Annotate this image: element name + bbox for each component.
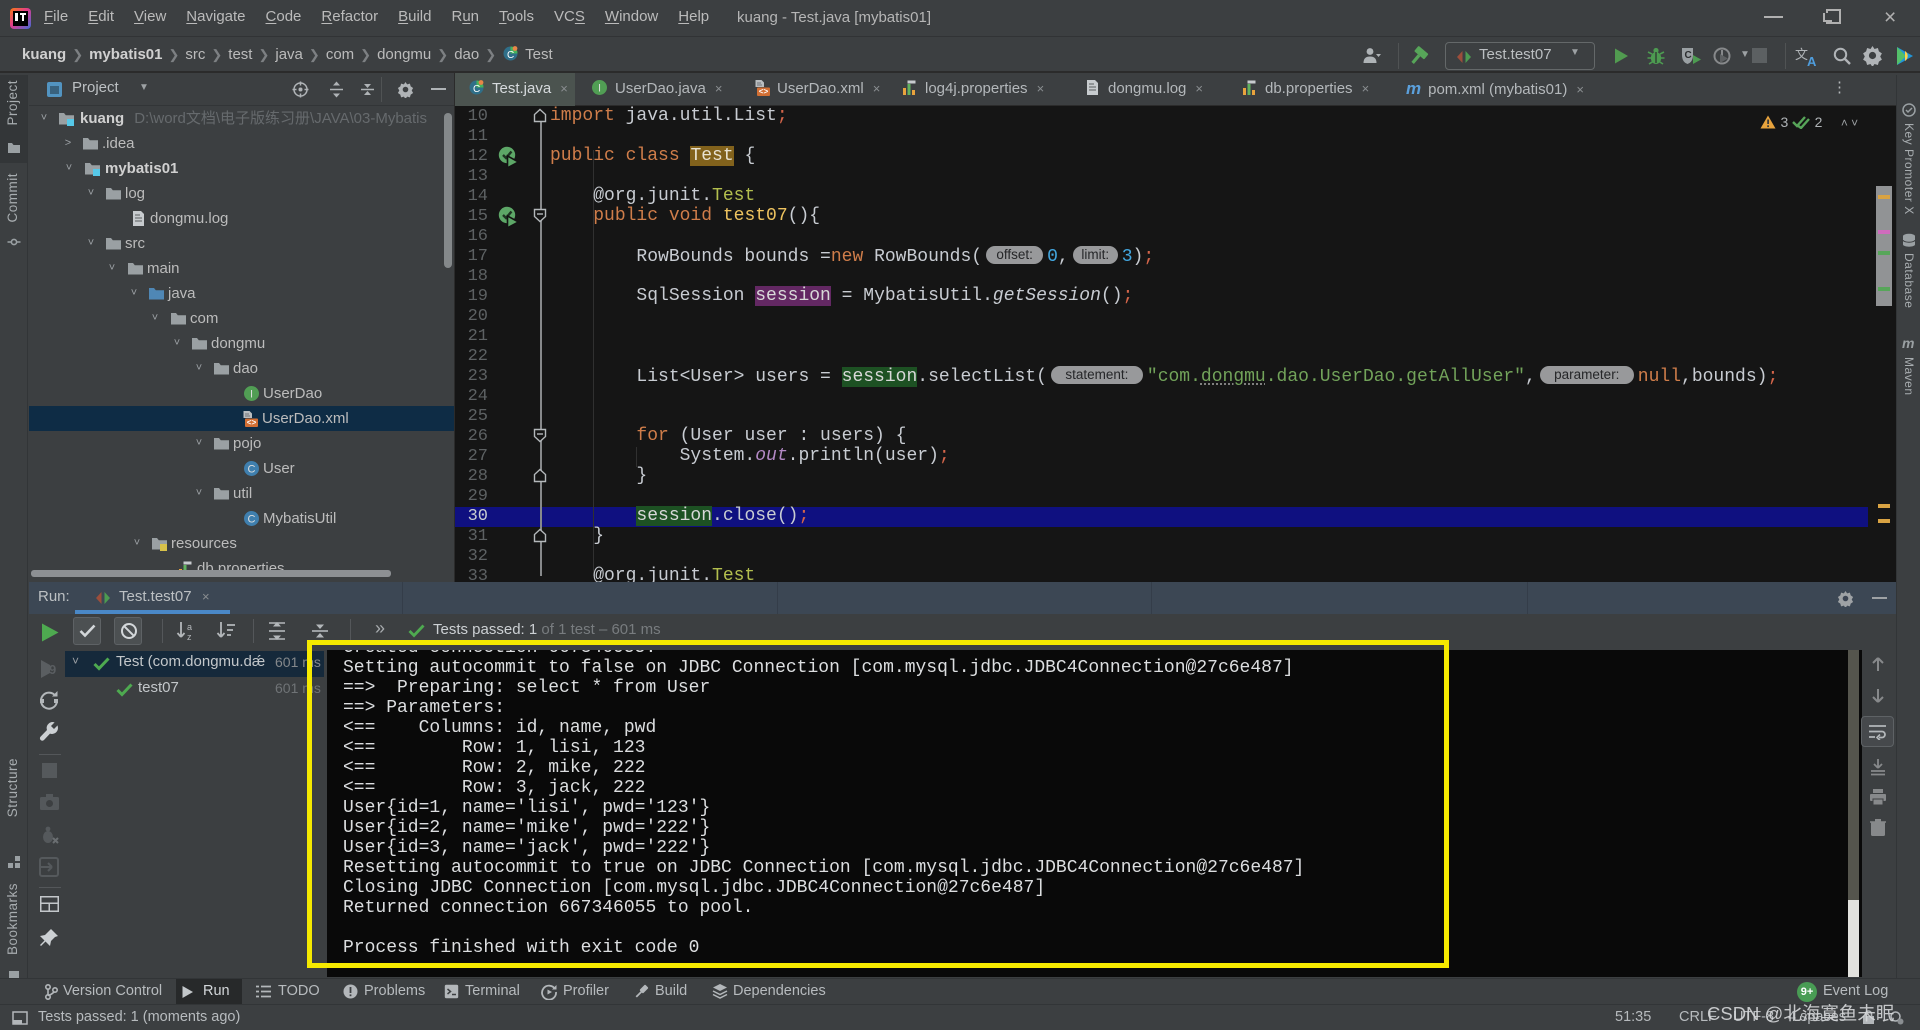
svg-text:C: C	[507, 50, 514, 61]
svg-text:<>: <>	[247, 419, 257, 427]
svg-text:C: C	[1685, 50, 1692, 61]
svg-text:A: A	[1807, 54, 1817, 67]
svg-text:z: z	[187, 632, 192, 642]
svg-text:a: a	[187, 622, 192, 632]
svg-text:I: I	[598, 83, 601, 95]
svg-text:C: C	[248, 464, 256, 476]
svg-text:I: I	[250, 389, 253, 401]
svg-text:9: 9	[49, 662, 56, 677]
svg-text:C: C	[473, 84, 480, 95]
svg-text:<>: <>	[759, 88, 769, 96]
svg-text:C: C	[248, 514, 256, 526]
